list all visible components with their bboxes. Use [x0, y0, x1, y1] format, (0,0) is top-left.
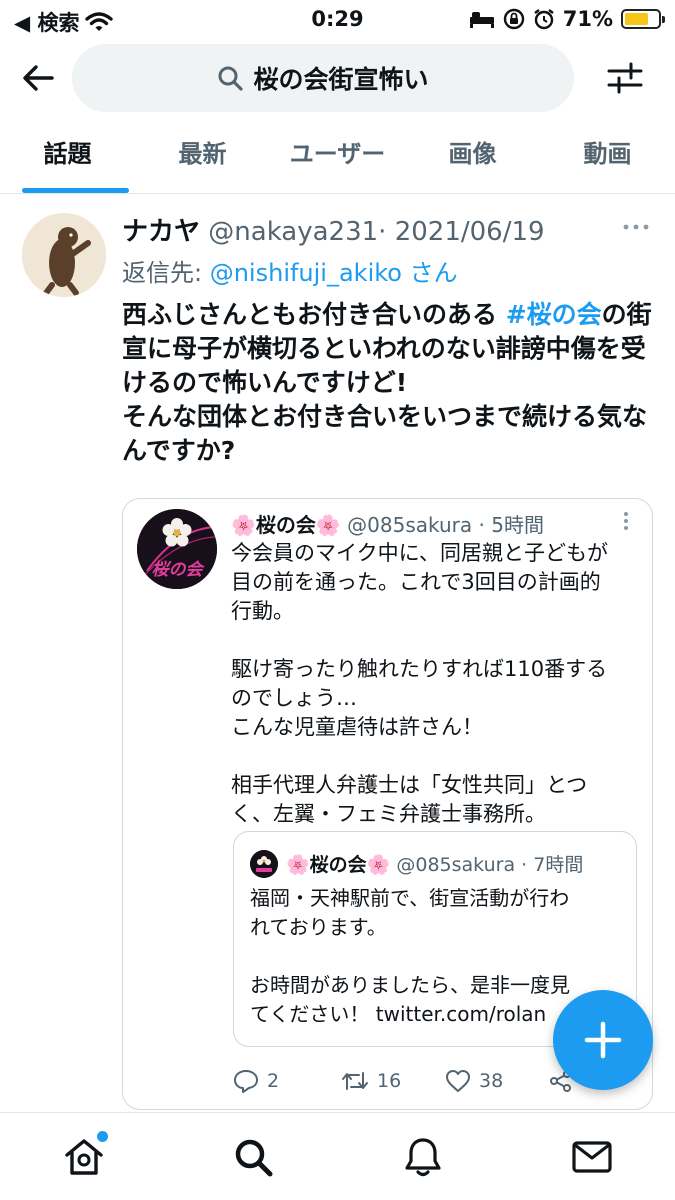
otter-avatar-icon	[22, 213, 106, 297]
reply-count: 2	[267, 1070, 280, 1092]
reply-handle: @nishifuji_akiko	[209, 259, 402, 287]
quote-line	[231, 742, 643, 771]
author-handle[interactable]: @nakaya231	[208, 217, 378, 247]
quote-author-name[interactable]: 🌸桜の会🌸	[231, 513, 341, 537]
tab-images[interactable]: 画像	[405, 126, 540, 193]
tweet[interactable]: ナカヤ @nakaya231· 2021/06/19 返信先: @nishifu…	[0, 195, 675, 1113]
quote-avatar[interactable]: 桜の会	[137, 509, 217, 589]
avatar[interactable]	[22, 213, 106, 297]
tab-users[interactable]: ユーザー	[270, 126, 405, 193]
bottom-nav	[0, 1112, 675, 1200]
nested-author-name[interactable]: 🌸桜の会🌸	[286, 854, 390, 876]
tweet-text: 西ふじさんともお付き合いのある #桜の会の街宣に母子が横切るといわれのない誹謗中…	[122, 298, 652, 468]
notifications-icon	[405, 1138, 441, 1177]
quote-avatar-text: 桜の会	[152, 560, 206, 580]
compose-button[interactable]	[553, 990, 653, 1090]
more-icon[interactable]	[621, 217, 651, 237]
retweet-count: 16	[377, 1070, 402, 1092]
tab-label: 動画	[583, 140, 632, 168]
nav-notifications[interactable]	[401, 1135, 445, 1179]
nav-explore[interactable]	[231, 1135, 275, 1179]
search-input[interactable]: 桜の会街宣怖い	[72, 44, 574, 112]
quote-line: こんな児童虐待は許さん！	[231, 715, 483, 739]
nested-author-handle[interactable]: @085sakura	[396, 854, 515, 876]
nav-home[interactable]	[62, 1131, 108, 1179]
nested-time: · 7時間	[521, 854, 584, 876]
quote-line: 相手代理人弁護士は「女性共同」とつ	[231, 773, 588, 797]
nested-line	[250, 942, 636, 971]
status-bar: ◀ 検索 0:29 71%	[0, 0, 675, 40]
quote-time: · 5時間	[478, 513, 544, 537]
nested-line: 福岡・天神駅前で、街宣活動が行わ	[250, 886, 570, 910]
tab-label: 話題	[43, 140, 92, 168]
tab-label: 最新	[178, 140, 227, 168]
quote-text: 今会員のマイク中に、同居親と子どもが 目の前を通った。これで3回目の計画的 行動…	[231, 539, 643, 829]
quote-line: 行動。	[231, 599, 294, 623]
nested-header: 🌸桜の会🌸 @085sakura · 7時間	[286, 850, 583, 877]
search-query: 桜の会街宣怖い	[253, 65, 429, 94]
reply-prefix: 返信先:	[122, 259, 210, 287]
tab-top[interactable]: 話題	[0, 126, 135, 193]
compose-icon	[584, 1021, 622, 1059]
tab-label: 画像	[448, 140, 497, 168]
like-icon	[446, 1070, 470, 1092]
like-count: 38	[479, 1070, 504, 1092]
tweet-header: ナカヤ @nakaya231· 2021/06/19	[122, 211, 645, 248]
alarm-icon	[534, 9, 554, 30]
back-arrow-icon[interactable]	[18, 58, 58, 98]
nav-messages[interactable]	[570, 1135, 614, 1179]
tab-label: ユーザー	[289, 140, 386, 168]
battery-icon	[621, 9, 665, 29]
quote-line: 目の前を通った。これで3回目の計画的	[231, 570, 601, 594]
messages-icon	[572, 1141, 612, 1173]
meta-separator: ·	[378, 217, 387, 247]
filter-icon[interactable]	[605, 58, 645, 98]
quote-line	[231, 626, 643, 655]
quote-line: のでしょう…	[231, 686, 357, 710]
quote-line: く、左翼・フェミ弁護士事務所。	[231, 802, 546, 826]
quote-header: 🌸桜の会🌸 @085sakura · 5時間	[231, 509, 544, 538]
search-icon	[218, 66, 244, 91]
home-icon	[65, 1139, 103, 1175]
reply-icon	[234, 1070, 258, 1093]
explore-icon	[235, 1139, 273, 1177]
bed-icon	[469, 12, 494, 28]
search-tabs: 話題 最新 ユーザー 画像 動画	[0, 126, 675, 194]
reply-suffix: さん	[409, 259, 458, 287]
nested-line: れております。	[250, 915, 387, 939]
quote-line: 駆け寄ったり触れたりすれば110番する	[231, 657, 608, 681]
tweet-date[interactable]: 2021/06/19	[395, 217, 545, 247]
like-button[interactable]: 38	[445, 1069, 503, 1093]
tab-latest[interactable]: 最新	[135, 126, 270, 193]
nested-sakura-logo-icon[interactable]	[250, 850, 278, 878]
tweet-text-part1: 西ふじさんともお付き合いのある	[122, 300, 506, 329]
quote-line: 今会員のマイク中に、同居親と子どもが	[231, 541, 608, 565]
reply-button[interactable]: 2	[233, 1069, 279, 1093]
author-name[interactable]: ナカヤ	[122, 217, 200, 247]
quote-author-handle[interactable]: @085sakura	[347, 513, 472, 537]
orientation-lock-icon	[503, 8, 524, 30]
retweet-icon	[342, 1072, 368, 1090]
reply-handle-link[interactable]: @nishifuji_akiko さん	[210, 259, 458, 287]
reply-to: 返信先: @nishifuji_akiko さん	[122, 253, 458, 288]
quote-more-icon[interactable]	[622, 511, 630, 531]
sakura-logo-icon: 桜の会	[137, 509, 217, 589]
retweet-button[interactable]: 16	[341, 1069, 401, 1093]
tab-videos[interactable]: 動画	[540, 126, 675, 193]
hashtag-link[interactable]: #桜の会	[506, 300, 602, 329]
search-header: 桜の会街宣怖い	[0, 40, 675, 116]
new-content-dot	[97, 1131, 108, 1142]
battery-percent: 71%	[562, 7, 613, 31]
